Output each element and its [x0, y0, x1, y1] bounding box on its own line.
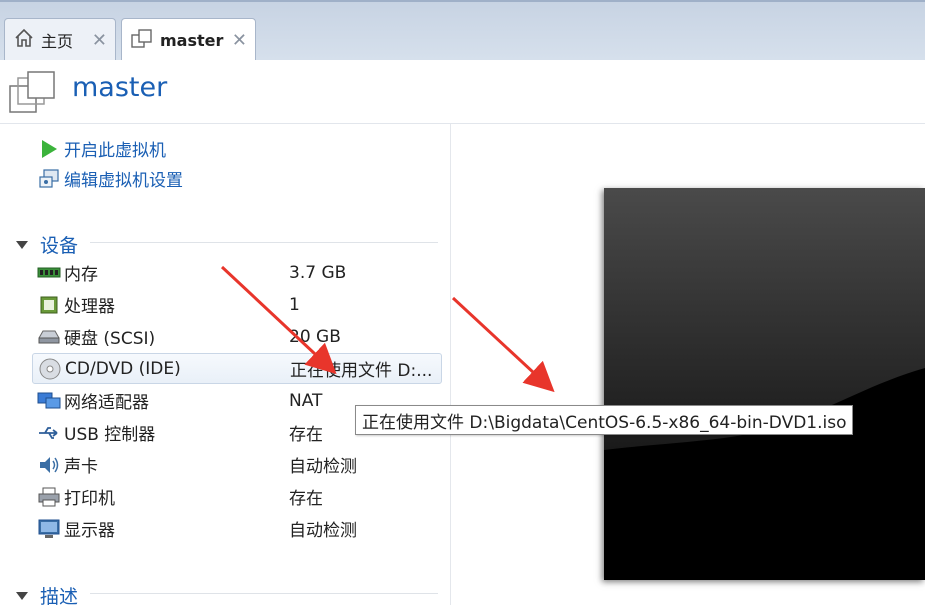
page-title: master [72, 72, 168, 103]
screen-gloss [604, 188, 925, 450]
device-value: 正在使用文件 D:... [290, 361, 433, 381]
power-on-label: 开启此虚拟机 [64, 141, 166, 161]
memory-icon [36, 262, 62, 284]
tab-master[interactable]: master ✕ [121, 18, 256, 62]
harddisk-icon [36, 326, 62, 348]
sound-icon [36, 454, 62, 476]
file-path-tooltip: 正在使用文件 D:\Bigdata\CentOS-6.5-x86_64-bin-… [355, 405, 854, 435]
panel-divider [450, 124, 451, 605]
device-value: 自动检测 [289, 457, 357, 477]
vm-icon [8, 68, 58, 118]
section-divider [90, 242, 438, 243]
tooltip-text: 正在使用文件 D:\Bigdata\CentOS-6.5-x86_64-bin-… [362, 412, 847, 433]
device-name: 处理器 [64, 297, 115, 317]
device-value: 1 [289, 294, 300, 315]
device-row-printer[interactable]: 打印机 存在 [32, 481, 442, 512]
device-value: NAT [289, 390, 323, 411]
device-row-harddisk[interactable]: 硬盘 (SCSI) 20 GB [32, 321, 442, 352]
section-divider [90, 593, 438, 594]
device-name: CD/DVD (IDE) [65, 358, 181, 379]
edit-settings-label: 编辑虚拟机设置 [64, 171, 183, 191]
printer-icon [36, 486, 62, 508]
close-icon[interactable]: ✕ [232, 30, 247, 51]
display-icon [36, 518, 62, 540]
tab-label: master [160, 31, 224, 50]
device-name: 显示器 [64, 521, 115, 541]
cd-dvd-icon [37, 358, 63, 380]
device-name: 声卡 [64, 457, 98, 477]
device-name: 硬盘 (SCSI) [64, 329, 156, 349]
edit-settings-button[interactable]: 编辑虚拟机设置 [38, 166, 183, 191]
device-value: 存在 [289, 489, 323, 509]
device-value: 3.7 GB [289, 262, 347, 283]
device-row-cd-dvd[interactable]: CD/DVD (IDE) 正在使用文件 D:... [32, 353, 442, 384]
vm-icon [130, 27, 154, 55]
section-title: 设备 [40, 235, 79, 257]
annotation-arrow [451, 296, 555, 393]
tab-bar: 主页 ✕ master ✕ [0, 0, 925, 62]
device-row-sound[interactable]: 声卡 自动检测 [32, 449, 442, 480]
device-row-memory[interactable]: 内存 3.7 GB [32, 257, 442, 288]
collapse-icon [16, 240, 28, 249]
tab-label: 主页 [41, 32, 74, 51]
device-name: USB 控制器 [64, 425, 156, 445]
close-icon[interactable]: ✕ [92, 30, 107, 51]
device-value: 自动检测 [289, 521, 357, 541]
play-icon [38, 138, 60, 160]
device-row-display[interactable]: 显示器 自动检测 [32, 513, 442, 544]
usb-icon [36, 422, 62, 444]
vm-screen-preview[interactable] [604, 188, 925, 580]
device-value: 20 GB [289, 326, 341, 347]
device-name: 内存 [64, 265, 98, 285]
vm-header: master [0, 60, 925, 124]
processor-icon [36, 294, 62, 316]
device-row-processor[interactable]: 处理器 1 [32, 289, 442, 320]
settings-icon [38, 168, 60, 190]
collapse-icon [16, 591, 28, 600]
devices-section-toggle[interactable]: 设备 [16, 231, 78, 258]
device-name: 打印机 [64, 489, 115, 509]
device-name: 网络适配器 [64, 393, 149, 413]
tab-home[interactable]: 主页 ✕ [4, 18, 116, 61]
power-on-button[interactable]: 开启此虚拟机 [38, 136, 166, 161]
network-icon [36, 390, 62, 412]
home-icon [13, 27, 35, 53]
device-value: 存在 [289, 425, 323, 445]
